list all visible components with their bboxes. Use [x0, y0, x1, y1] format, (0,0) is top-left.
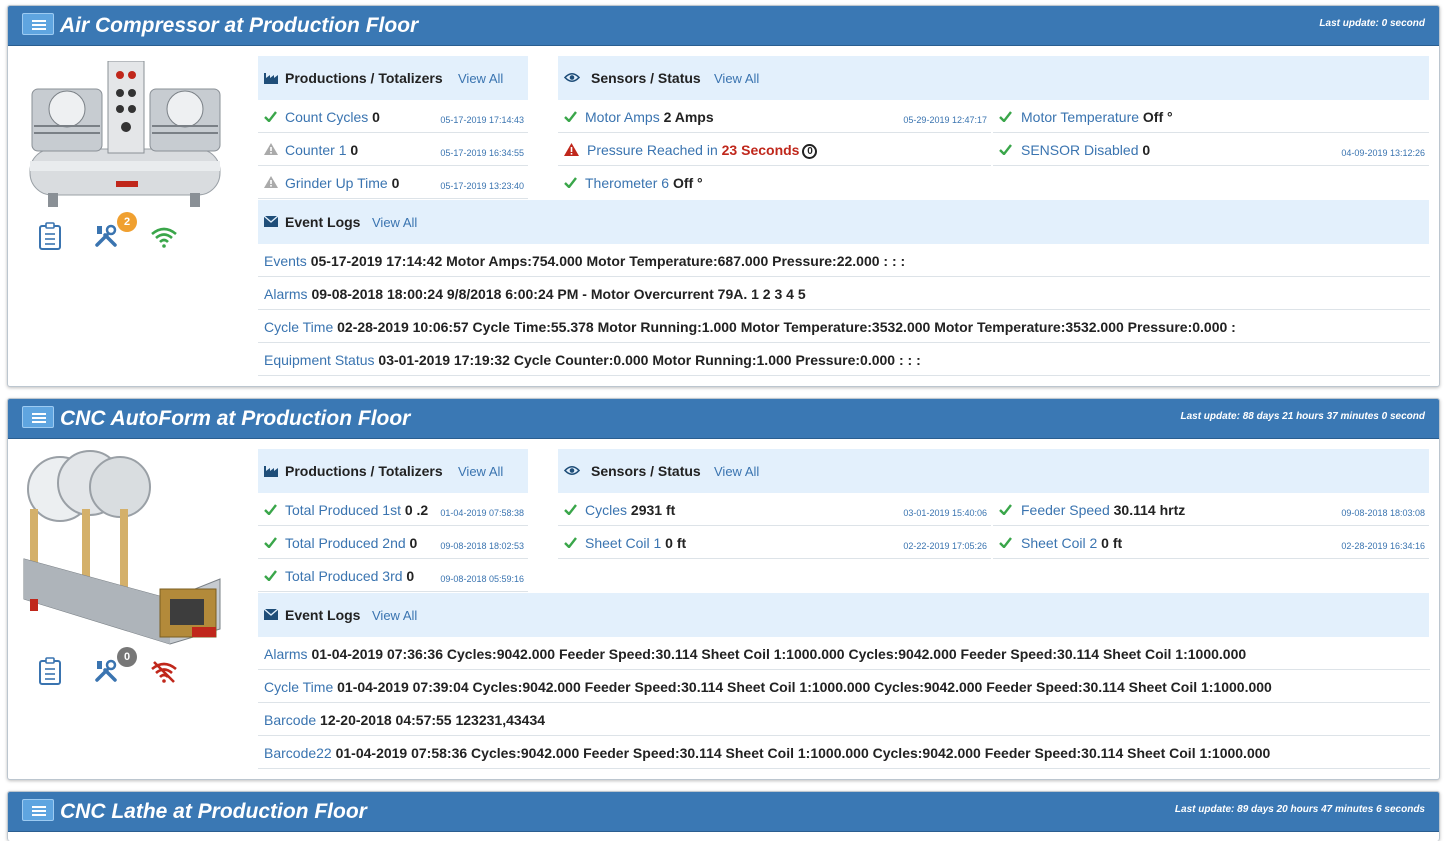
- panel-header: CNC Lathe at Production Floor Last updat…: [8, 792, 1439, 832]
- check-icon: [264, 569, 277, 584]
- eye-icon: [563, 464, 581, 479]
- productions-header: Productions / Totalizers View All: [258, 56, 528, 100]
- sensor-row: Sheet Coil 2 0 ft 02-28-2019 16:34:16: [993, 526, 1429, 559]
- panel-header: CNC AutoForm at Production Floor Last up…: [8, 399, 1439, 439]
- productions-header: Productions / Totalizers View All: [258, 449, 528, 493]
- clipboard-icon[interactable]: [38, 657, 62, 688]
- check-icon: [264, 536, 277, 551]
- cnc-autoform-image: [23, 450, 221, 645]
- factory-icon: [264, 464, 278, 480]
- panel-title: CNC AutoForm at Production Floor: [60, 407, 411, 430]
- productions-view-all-link[interactable]: View All: [458, 464, 503, 479]
- factory-icon: [264, 71, 278, 87]
- sensors-view-all-link[interactable]: View All: [714, 71, 759, 86]
- last-update: Last update: 88 days 21 hours 37 minutes…: [1180, 411, 1425, 422]
- wifi-icon: [150, 226, 178, 251]
- menu-icon[interactable]: [22, 13, 54, 35]
- equipment-panel-cnc-lathe: CNC Lathe at Production Floor Last updat…: [7, 791, 1440, 841]
- sensor-row: Motor Amps 2 Amps 05-29-2019 12:47:17: [558, 100, 991, 133]
- air-compressor-image: [29, 61, 221, 207]
- sensor-row: Cycles 2931 ft 03-01-2019 15:40:06: [558, 493, 991, 526]
- check-icon: [999, 536, 1012, 551]
- clipboard-icon[interactable]: [38, 222, 62, 253]
- maintenance-badge: 2: [117, 212, 137, 232]
- event-logs-header: Event Logs View All: [258, 593, 1429, 637]
- maintenance-badge: 0: [117, 647, 137, 667]
- sensor-row-alarm: Pressure Reached in 23 Seconds 0: [558, 133, 991, 166]
- production-row: Total Produced 2nd 0 09-08-2018 18:02:53: [258, 526, 528, 559]
- count-circle: 0: [802, 144, 818, 159]
- panel-title: Air Compressor at Production Floor: [60, 14, 419, 37]
- check-icon: [564, 110, 577, 125]
- sensors-header: Sensors / Status View All: [558, 449, 1429, 493]
- check-icon: [564, 536, 577, 551]
- production-row: Total Produced 1st 0 .2 01-04-2019 07:58…: [258, 493, 528, 526]
- equipment-panel-cnc-autoform: CNC AutoForm at Production Floor Last up…: [7, 398, 1440, 780]
- alert-icon: [564, 143, 579, 159]
- sensor-row: SENSOR Disabled 0 04-09-2019 13:12:26: [993, 133, 1429, 166]
- event-logs-view-all-link[interactable]: View All: [372, 215, 417, 230]
- check-icon: [264, 110, 277, 125]
- equipment-actions: 2: [36, 212, 196, 253]
- log-row: Cycle Time 01-04-2019 07:39:04 Cycles:90…: [258, 670, 1430, 703]
- log-row: Barcode 12-20-2018 04:57:55 123231,43434: [258, 703, 1430, 736]
- tools-icon[interactable]: [94, 659, 118, 686]
- wifi-off-icon: [150, 661, 178, 686]
- log-row: Barcode22 01-04-2019 07:58:36 Cycles:904…: [258, 736, 1430, 769]
- log-row: Equipment Status 03-01-2019 17:19:32 Cyc…: [258, 343, 1430, 376]
- equipment-actions: 0: [36, 647, 196, 688]
- sensor-row: Sheet Coil 1 0 ft 02-22-2019 17:05:26: [558, 526, 991, 559]
- check-icon: [999, 503, 1012, 518]
- sensors-header: Sensors / Status View All: [558, 56, 1429, 100]
- envelope-icon: [263, 608, 279, 623]
- warning-icon: [264, 176, 278, 191]
- check-icon: [999, 143, 1012, 158]
- check-icon: [264, 503, 277, 518]
- production-row: Total Produced 3rd 0 09-08-2018 05:59:16: [258, 559, 528, 592]
- sensor-row: Motor Temperature Off °: [993, 100, 1429, 133]
- panel-title: CNC Lathe at Production Floor: [60, 800, 367, 823]
- log-row: Cycle Time 02-28-2019 10:06:57 Cycle Tim…: [258, 310, 1430, 343]
- last-update: Last update: 0 second: [1319, 18, 1425, 29]
- envelope-icon: [263, 215, 279, 230]
- event-logs-header: Event Logs View All: [258, 200, 1429, 244]
- production-row: Counter 1 0 05-17-2019 16:34:55: [258, 133, 528, 166]
- event-logs-view-all-link[interactable]: View All: [372, 608, 417, 623]
- productions-view-all-link[interactable]: View All: [458, 71, 503, 86]
- eye-icon: [563, 71, 581, 86]
- sensors-view-all-link[interactable]: View All: [714, 464, 759, 479]
- check-icon: [999, 110, 1012, 125]
- menu-icon[interactable]: [22, 799, 54, 821]
- log-row: Alarms 01-04-2019 07:36:36 Cycles:9042.0…: [258, 637, 1430, 670]
- equipment-panel-air-compressor: Air Compressor at Production Floor Last …: [7, 5, 1440, 387]
- check-icon: [564, 503, 577, 518]
- check-icon: [564, 176, 577, 191]
- panel-header: Air Compressor at Production Floor Last …: [8, 6, 1439, 46]
- warning-icon: [264, 143, 278, 158]
- log-row: Events 05-17-2019 17:14:42 Motor Amps:75…: [258, 244, 1430, 277]
- menu-icon[interactable]: [22, 406, 54, 428]
- log-row: Alarms 09-08-2018 18:00:24 9/8/2018 6:00…: [258, 277, 1430, 310]
- production-row: Grinder Up Time 0 05-17-2019 13:23:40: [258, 166, 528, 199]
- last-update: Last update: 89 days 20 hours 47 minutes…: [1174, 804, 1425, 815]
- tools-icon[interactable]: [94, 224, 118, 251]
- sensor-row: Therometer 6 Off °: [558, 166, 1429, 199]
- sensor-row: Feeder Speed 30.114 hrtz 09-08-2018 18:0…: [993, 493, 1429, 526]
- production-row: Count Cycles 0 05-17-2019 17:14:43: [258, 100, 528, 133]
